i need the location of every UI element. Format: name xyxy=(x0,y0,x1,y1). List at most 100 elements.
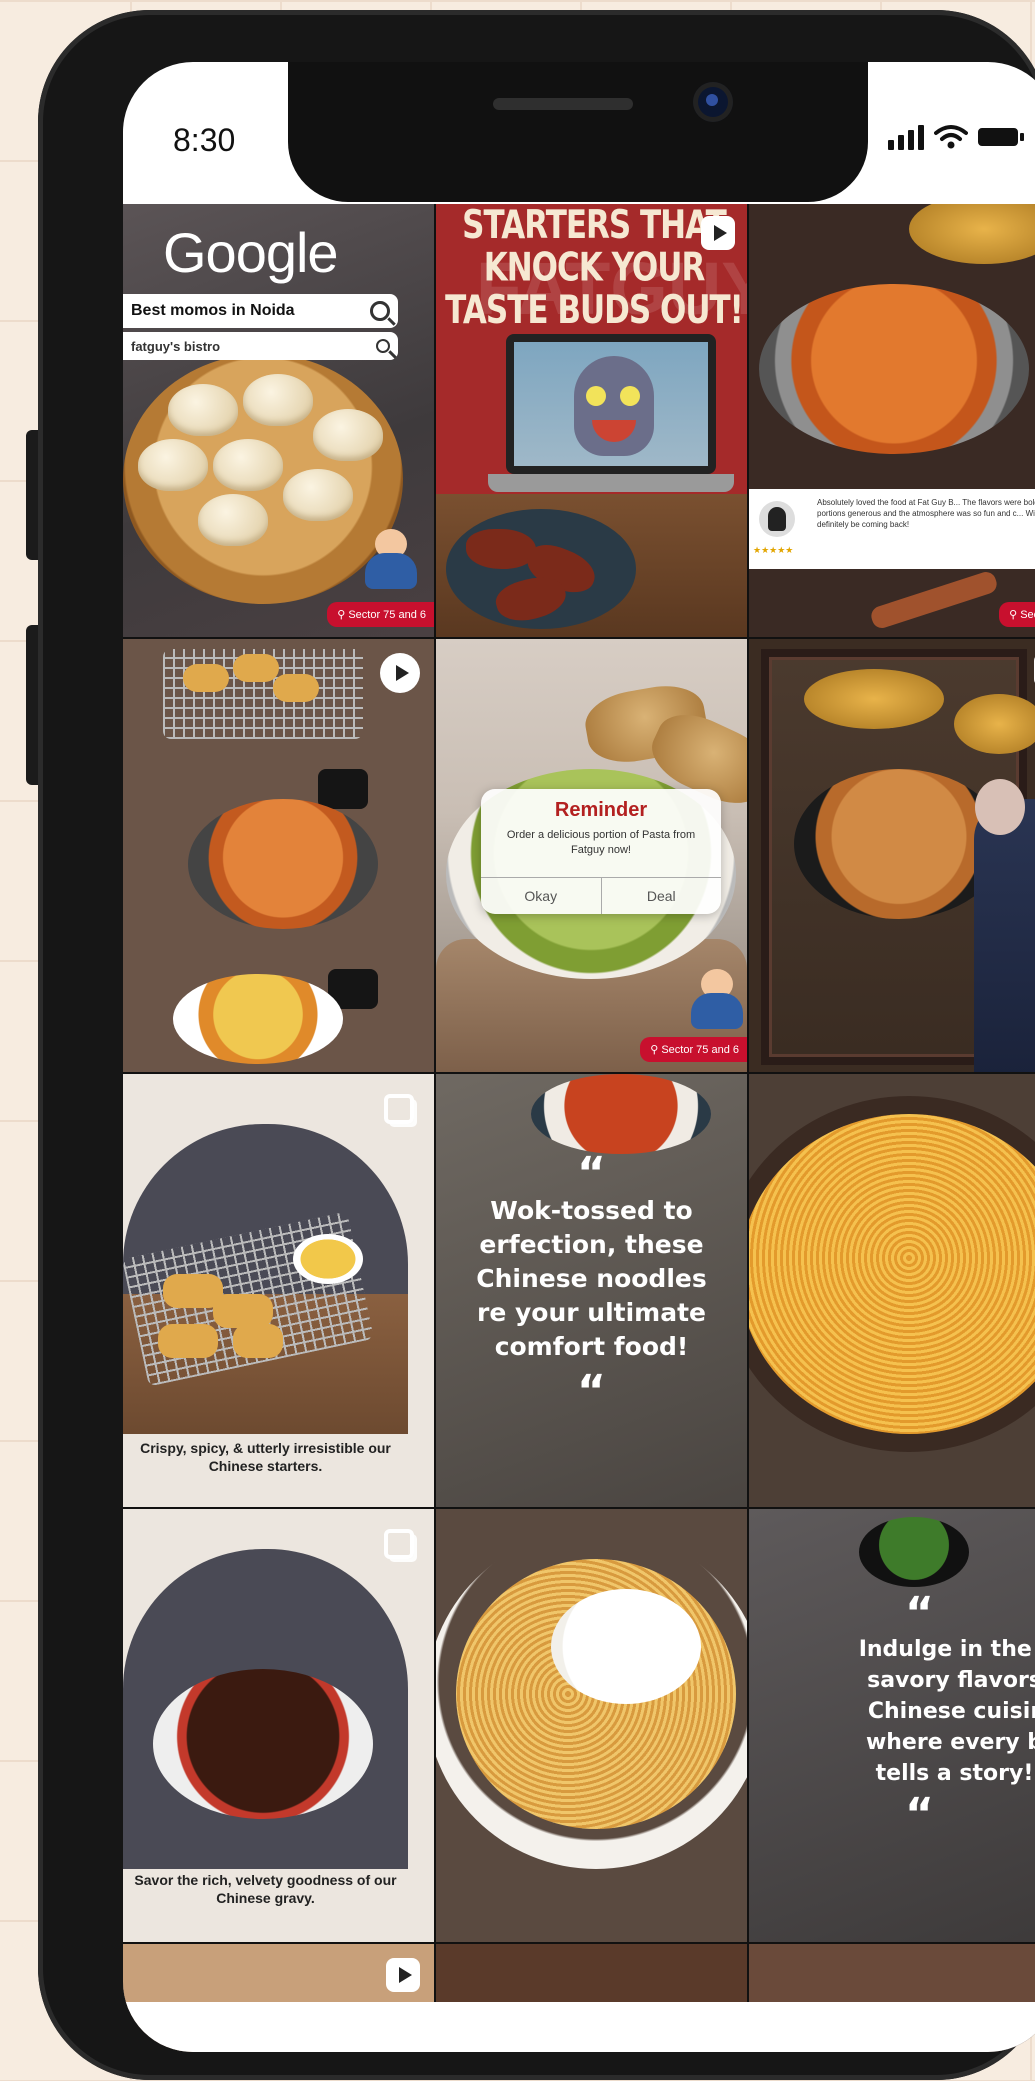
spring-roll xyxy=(213,1294,273,1328)
location-pin-icon: ⚲ xyxy=(650,1044,662,1056)
post-grid: Google Best momos in Noida fatguy's bist… xyxy=(123,204,1035,2052)
mascot-icon xyxy=(365,529,417,589)
front-camera xyxy=(693,82,733,122)
quote-line: comfort food! xyxy=(494,1332,689,1361)
speaker-grille xyxy=(493,98,633,110)
play-icon xyxy=(395,665,409,681)
play-icon xyxy=(713,225,727,241)
indulge-quote: “ Indulge in the r savory flavors Chines… xyxy=(799,1592,1035,1837)
location-pin-icon: ⚲ xyxy=(1009,609,1021,621)
laptop-image xyxy=(488,334,734,492)
spring-roll xyxy=(183,664,229,692)
google-search-suggestion: fatguy's bistro xyxy=(123,332,398,360)
brass-bowl xyxy=(954,694,1035,754)
notch xyxy=(288,62,868,202)
reminder-title: Reminder xyxy=(554,799,648,821)
location-pin-icon: ⚲ xyxy=(337,609,349,621)
momo xyxy=(198,494,268,546)
location-text: Sector 75 and 6 xyxy=(661,1044,739,1056)
wok-quote: “ Wok-tossed to erfection, these Chinese… xyxy=(436,1148,747,1417)
status-icons xyxy=(888,124,1024,150)
post-indulge-quote[interactable]: “ Indulge in the r savory flavors Chines… xyxy=(749,1509,1035,1942)
deal-button[interactable]: Deal xyxy=(600,878,722,914)
phone-screen: 8:30 Google Best momos in Noida fatguy's… xyxy=(123,62,1035,2052)
momo xyxy=(313,409,383,461)
location-text: Sector 75 and 6 xyxy=(348,609,426,621)
cartoon-cat xyxy=(574,356,654,456)
spring-roll xyxy=(233,654,279,682)
gravy-caption: Savor the rich, velvety goodness of our … xyxy=(134,1872,397,1906)
starters-photo xyxy=(123,1124,408,1434)
quote-line: tells a story! xyxy=(875,1761,1034,1786)
starters-caption: Crispy, spicy, & utterly irresistible ou… xyxy=(140,1440,391,1474)
post-pasta-reel[interactable] xyxy=(123,639,434,1072)
rating-stars: ★★★★★ xyxy=(753,545,794,555)
search-suggestion: fatguy's bistro xyxy=(131,338,221,354)
post-starters-reel[interactable]: FATGUY STARTERS THAT KNOCK YOUR TASTE BU… xyxy=(436,204,747,637)
google-logo: Google xyxy=(163,221,339,284)
momo xyxy=(283,469,353,521)
avatar xyxy=(759,501,795,537)
spring-roll xyxy=(233,1324,283,1358)
search-icon xyxy=(376,339,390,353)
quote-open: “ xyxy=(905,1588,934,1639)
momo xyxy=(138,439,208,491)
status-time: 8:30 xyxy=(173,122,236,158)
curry-bowl xyxy=(759,284,1029,454)
quote-line: Indulge in the r xyxy=(858,1637,1035,1662)
biryani-bowl xyxy=(794,769,1004,919)
quote-open: “ xyxy=(577,1148,606,1199)
post-chinese-starters[interactable]: Crispy, spicy, & utterly irresistible ou… xyxy=(123,1074,434,1507)
review-card: Absolutely loved the food at Fat Guy B..… xyxy=(749,489,1035,569)
chicken-wing xyxy=(466,529,536,569)
hakka-noodle-bowl xyxy=(749,1114,1035,1434)
bottom-bar xyxy=(123,2002,1035,2052)
spring-roll xyxy=(158,1324,218,1358)
herb-cup xyxy=(859,1517,969,1587)
video-badge xyxy=(380,653,420,693)
post-egg-noodles[interactable] xyxy=(436,1509,747,1942)
quote-line: savory flavors xyxy=(867,1668,1035,1693)
pasta-bowl xyxy=(188,799,378,929)
search-query: Best momos in Noida xyxy=(131,302,295,319)
play-icon xyxy=(398,1967,412,1983)
search-icon xyxy=(370,301,390,321)
location-tag: ⚲ Sector 75 and 6 xyxy=(327,602,434,627)
quote-line: Chinese cuisir xyxy=(867,1699,1035,1724)
person xyxy=(974,799,1035,1072)
wifi-icon xyxy=(934,125,968,149)
location-tag: ⚲ Sector 75 and 6 xyxy=(640,1037,747,1062)
location-text: Sector xyxy=(1020,609,1035,621)
post-wok-quote[interactable]: “ Wok-tossed to erfection, these Chinese… xyxy=(436,1074,747,1507)
sauce-pot xyxy=(318,769,368,809)
noodle-bowl xyxy=(173,974,343,1064)
google-search-bar: Best momos in Noida xyxy=(123,294,398,328)
multi-image-icon xyxy=(384,1529,414,1559)
review-text: Absolutely loved the food at Fat Guy B..… xyxy=(817,498,1035,529)
signal-icon xyxy=(888,124,924,150)
mascot-icon xyxy=(691,969,743,1029)
video-badge xyxy=(701,216,735,250)
sauce-bowl xyxy=(531,1074,711,1154)
video-badge xyxy=(386,1958,420,1992)
phone-frame: 8:30 Google Best momos in Noida fatguy's… xyxy=(38,10,1035,2080)
quote-line: erfection, these xyxy=(479,1230,704,1259)
brass-bowl xyxy=(909,204,1035,264)
post-google-momos[interactable]: Google Best momos in Noida fatguy's bist… xyxy=(123,204,434,637)
post-reminder[interactable]: Reminder Order a delicious portion of Pa… xyxy=(436,639,747,1072)
gravy-photo xyxy=(123,1549,408,1869)
person-head xyxy=(975,779,1025,835)
quote-close: “ xyxy=(577,1366,606,1417)
brass-bowl xyxy=(804,669,944,729)
quote-line: where every b xyxy=(865,1730,1035,1755)
cinnamon-stick xyxy=(868,569,1000,631)
dip-bowl xyxy=(293,1234,363,1284)
okay-button[interactable]: Okay xyxy=(481,878,601,914)
post-chinese-gravy[interactable]: Savor the rich, velvety goodness of our … xyxy=(123,1509,434,1942)
reminder-message: Order a delicious portion of Pasta from … xyxy=(506,829,696,856)
quote-line: re your ultimate xyxy=(476,1298,706,1327)
post-noodles[interactable] xyxy=(749,1074,1035,1507)
spring-roll xyxy=(273,674,319,702)
post-review[interactable]: Absolutely loved the food at Fat Guy B..… xyxy=(749,204,1035,637)
post-biryani-reel[interactable] xyxy=(749,639,1035,1072)
